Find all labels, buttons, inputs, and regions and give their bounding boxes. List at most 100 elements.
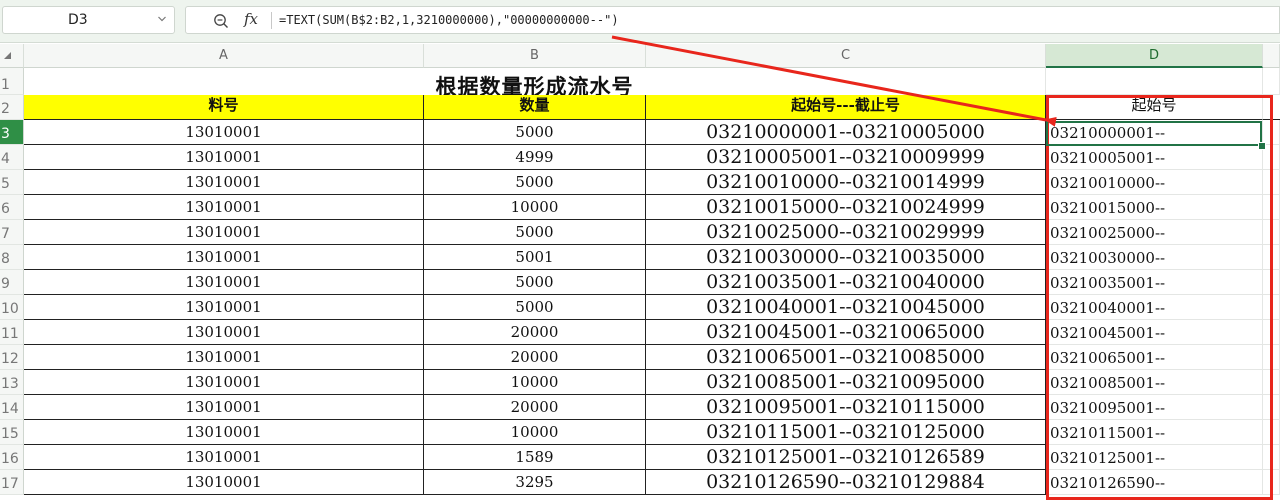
cell-range[interactable]: 03210035001--03210040000 (646, 270, 1046, 295)
row-header[interactable]: 8 (0, 245, 24, 270)
cell-quantity[interactable]: 3295 (424, 470, 646, 495)
row-header-1[interactable]: 1 (0, 68, 24, 95)
cell-part-no[interactable]: 13010001 (24, 470, 424, 495)
row-header[interactable]: 15 (0, 420, 24, 445)
cell-range[interactable]: 03210005001--03210009999 (646, 145, 1046, 170)
cell-empty[interactable] (1263, 395, 1280, 420)
cell-quantity[interactable]: 5000 (424, 220, 646, 245)
cell-quantity[interactable]: 1589 (424, 445, 646, 470)
cell-quantity[interactable]: 5000 (424, 295, 646, 320)
cell-quantity[interactable]: 20000 (424, 320, 646, 345)
row-header-2[interactable]: 2 (0, 95, 24, 120)
name-box[interactable]: D3 (2, 6, 175, 34)
cell-start-no[interactable]: 03210126590-- (1046, 470, 1263, 495)
cell-empty[interactable] (1263, 270, 1280, 295)
cell-part-no[interactable]: 13010001 (24, 145, 424, 170)
cell-quantity[interactable]: 5000 (424, 120, 646, 145)
cell-part-no[interactable]: 13010001 (24, 220, 424, 245)
header-range[interactable]: 起始号---截止号 (646, 95, 1046, 120)
row-header[interactable]: 12 (0, 345, 24, 370)
cell-part-no[interactable]: 13010001 (24, 420, 424, 445)
cell-range[interactable]: 03210085001--03210095000 (646, 370, 1046, 395)
formula-text[interactable]: =TEXT(SUM(B$2:B2,1,3210000000),"00000000… (279, 13, 619, 27)
cell-part-no[interactable]: 13010001 (24, 270, 424, 295)
cell-range[interactable]: 03210125001--03210126589 (646, 445, 1046, 470)
cell-empty[interactable] (1263, 220, 1280, 245)
cell-empty[interactable] (1263, 445, 1280, 470)
cell-start-no[interactable]: 03210025000-- (1046, 220, 1263, 245)
cell-start-no[interactable]: 03210030000-- (1046, 245, 1263, 270)
row-header[interactable]: 13 (0, 370, 24, 395)
cell-empty[interactable] (1263, 420, 1280, 445)
row-header[interactable]: 9 (0, 270, 24, 295)
column-header-d[interactable]: D (1046, 44, 1263, 68)
cell-start-no[interactable]: 03210115001-- (1046, 420, 1263, 445)
cell-quantity[interactable]: 5000 (424, 270, 646, 295)
cell-part-no[interactable]: 13010001 (24, 295, 424, 320)
cell-part-no[interactable]: 13010001 (24, 195, 424, 220)
cell-quantity[interactable]: 10000 (424, 420, 646, 445)
row-header[interactable]: 11 (0, 320, 24, 345)
cell-range[interactable]: 03210015000--03210024999 (646, 195, 1046, 220)
cell-quantity[interactable]: 10000 (424, 370, 646, 395)
row-header[interactable]: 10 (0, 295, 24, 320)
cell-part-no[interactable]: 13010001 (24, 320, 424, 345)
row-header[interactable]: 17 (0, 470, 24, 495)
zoom-icon[interactable] (213, 13, 229, 29)
cell-range[interactable]: 03210040001--03210045000 (646, 295, 1046, 320)
column-header-c[interactable]: C (646, 44, 1046, 68)
cell-range[interactable]: 03210010000--03210014999 (646, 170, 1046, 195)
cell-quantity[interactable]: 20000 (424, 345, 646, 370)
cell-start-no[interactable]: 03210035001-- (1046, 270, 1263, 295)
name-box-value[interactable]: D3 (68, 12, 88, 28)
formula-input[interactable]: fx =TEXT(SUM(B$2:B2,1,3210000000),"00000… (185, 6, 1280, 34)
cell-range[interactable]: 03210025000--03210029999 (646, 220, 1046, 245)
row-header[interactable]: 5 (0, 170, 24, 195)
column-header-b[interactable]: B (424, 44, 646, 68)
cell-range[interactable]: 03210065001--03210085000 (646, 345, 1046, 370)
cell-part-no[interactable]: 13010001 (24, 170, 424, 195)
cell-part-no[interactable]: 13010001 (24, 445, 424, 470)
cell-range[interactable]: 03210030000--03210035000 (646, 245, 1046, 270)
cell-empty[interactable] (1263, 295, 1280, 320)
column-header-e[interactable] (1263, 44, 1280, 68)
cell-part-no[interactable]: 13010001 (24, 120, 424, 145)
cell-start-no[interactable]: 03210125001-- (1046, 445, 1263, 470)
select-all-corner[interactable] (0, 44, 24, 68)
cell-e2[interactable] (1263, 95, 1280, 120)
cell-empty[interactable] (1263, 195, 1280, 220)
fx-icon[interactable]: fx (244, 10, 258, 28)
cell-start-no[interactable]: 03210085001-- (1046, 370, 1263, 395)
cell-part-no[interactable]: 13010001 (24, 395, 424, 420)
cell-e1[interactable] (1263, 68, 1280, 95)
cell-quantity[interactable]: 5001 (424, 245, 646, 270)
chevron-down-icon[interactable] (158, 15, 166, 23)
cell-quantity[interactable]: 10000 (424, 195, 646, 220)
cell-empty[interactable] (1263, 320, 1280, 345)
row-header[interactable]: 14 (0, 395, 24, 420)
cell-empty[interactable] (1263, 245, 1280, 270)
cell-range[interactable]: 03210115001--03210125000 (646, 420, 1046, 445)
cell-part-no[interactable]: 13010001 (24, 345, 424, 370)
header-start-no[interactable]: 起始号 (1046, 95, 1263, 120)
cell-empty[interactable] (1263, 370, 1280, 395)
cell-range[interactable]: 03210045001--03210065000 (646, 320, 1046, 345)
cell-quantity[interactable]: 5000 (424, 170, 646, 195)
cell-quantity[interactable]: 4999 (424, 145, 646, 170)
cell-part-no[interactable]: 13010001 (24, 370, 424, 395)
cell-range[interactable]: 03210126590--03210129884 (646, 470, 1046, 495)
fill-handle[interactable] (1258, 142, 1266, 150)
cell-range[interactable]: 03210095001--03210115000 (646, 395, 1046, 420)
row-header[interactable]: 6 (0, 195, 24, 220)
cell-empty[interactable] (1263, 345, 1280, 370)
header-quantity[interactable]: 数量 (424, 95, 646, 120)
row-header[interactable]: 7 (0, 220, 24, 245)
cell-quantity[interactable]: 20000 (424, 395, 646, 420)
row-header[interactable]: 3 (0, 120, 24, 145)
cell-d1[interactable] (1046, 68, 1263, 95)
cell-range[interactable]: 03210000001--03210005000 (646, 120, 1046, 145)
cell-start-no[interactable]: 03210065001-- (1046, 345, 1263, 370)
cell-empty[interactable] (1263, 170, 1280, 195)
cell-empty[interactable] (1263, 470, 1280, 495)
sheet-title[interactable]: 根据数量形成流水号 (24, 68, 1046, 99)
